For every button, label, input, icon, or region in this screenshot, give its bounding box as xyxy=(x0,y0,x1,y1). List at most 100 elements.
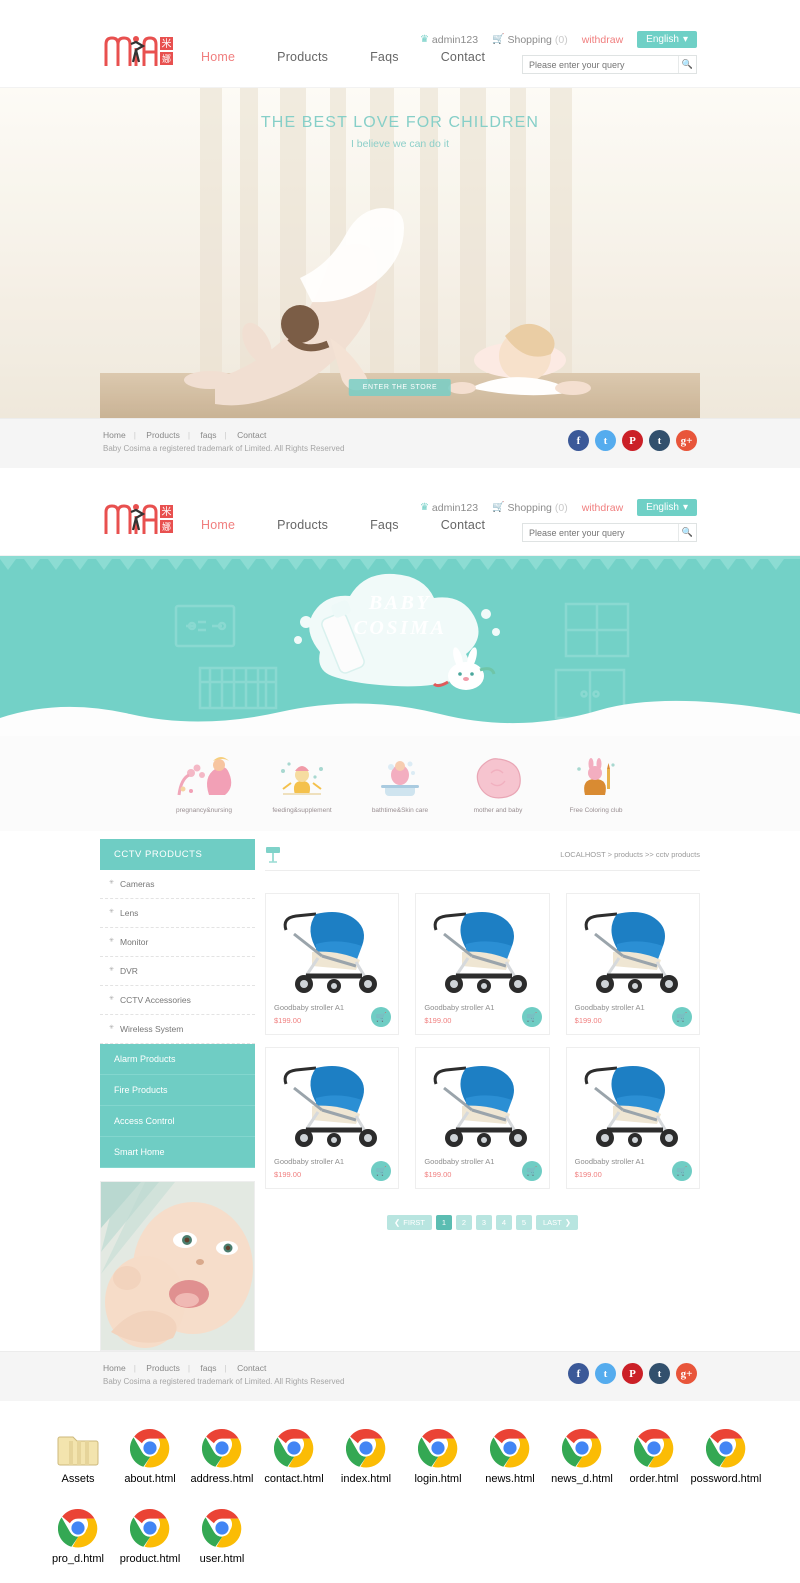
nav2-item-home[interactable]: Home xyxy=(180,518,256,532)
category-coloring[interactable]: Free Coloring club xyxy=(547,753,645,814)
product-card[interactable]: Goodbaby stroller A1 $199.00 🛒 xyxy=(265,893,400,1035)
search-input[interactable] xyxy=(523,56,678,73)
search-icon[interactable]: 🔍 xyxy=(678,56,696,73)
nav-item-home[interactable]: Home xyxy=(180,50,256,64)
filter-icon[interactable] xyxy=(265,845,281,865)
footer-links-bottom[interactable]: Home | Products | faqs | Contact xyxy=(103,1363,266,1373)
social-links-bottom[interactable]: f t P t g+ xyxy=(568,1363,697,1384)
product-card[interactable]: Goodbaby stroller A1 $199.00 🛒 xyxy=(415,893,550,1035)
desktop-icon-address[interactable]: address.html xyxy=(186,1423,258,1487)
site-logo[interactable]: 米 娜 xyxy=(103,30,175,68)
add-to-cart-button[interactable]: 🛒 xyxy=(521,1007,542,1027)
desktop-icon-news[interactable]: news.html xyxy=(474,1423,546,1487)
sidebar-item-monitor[interactable]: Monitor xyxy=(100,928,255,957)
pagination-page-4[interactable]: 4 xyxy=(495,1215,512,1230)
desktop-icon-order[interactable]: order.html xyxy=(618,1423,690,1487)
tumblr-icon[interactable]: t xyxy=(649,1363,670,1384)
desktop-icon-product[interactable]: product.html xyxy=(114,1503,186,1567)
social-links[interactable]: f t P t g+ xyxy=(568,430,697,451)
twitter-icon[interactable]: t xyxy=(595,430,616,451)
pagination-page-2[interactable]: 2 xyxy=(455,1215,472,1230)
pagination-page-3[interactable]: 3 xyxy=(475,1215,492,1230)
withdraw-link-second[interactable]: withdraw xyxy=(582,502,623,514)
desktop-icon-possword[interactable]: possword.html xyxy=(690,1423,762,1487)
pagination-page-5[interactable]: 5 xyxy=(515,1215,532,1230)
desktop-icon-pro-d[interactable]: pro_d.html xyxy=(42,1503,114,1567)
sidebar-item-lens[interactable]: Lens xyxy=(100,899,255,928)
sidebar-title[interactable]: CCTV PRODUCTS xyxy=(100,839,255,870)
nav2-item-contact[interactable]: Contact xyxy=(420,518,506,532)
sidebar-item-dvr[interactable]: DVR xyxy=(100,957,255,986)
sidebar-item-access-control[interactable]: Access Control xyxy=(100,1106,255,1137)
sidebar-item-wireless-system[interactable]: Wireless System xyxy=(100,1015,255,1044)
add-to-cart-button[interactable]: 🛒 xyxy=(671,1161,692,1181)
pagination-last[interactable]: LAST ❯ xyxy=(535,1215,579,1230)
desktop-icon-contact[interactable]: contact.html xyxy=(258,1423,330,1487)
footer2-link-faqs[interactable]: faqs xyxy=(200,1363,216,1373)
search-box[interactable]: 🔍 xyxy=(522,55,697,74)
desktop-icon-news-d[interactable]: news_d.html xyxy=(546,1423,618,1487)
pinterest-icon[interactable]: P xyxy=(622,430,643,451)
category-feeding[interactable]: feeding&supplement xyxy=(253,753,351,814)
nav2-item-faqs[interactable]: Faqs xyxy=(349,518,420,532)
twitter-icon[interactable]: t xyxy=(595,1363,616,1384)
footer-link-contact[interactable]: Contact xyxy=(237,430,266,440)
pagination-first[interactable]: ❮ FIRST xyxy=(386,1215,432,1230)
desktop-icon-label: news.html xyxy=(485,1473,535,1485)
googleplus-icon[interactable]: g+ xyxy=(676,1363,697,1384)
product-card[interactable]: Goodbaby stroller A1 $199.00 🛒 xyxy=(265,1047,400,1189)
main-navigation-second[interactable]: Home Products Faqs Contact xyxy=(180,518,506,532)
language-selector[interactable]: English ▾ xyxy=(637,31,697,48)
product-card[interactable]: Goodbaby stroller A1 $199.00 🛒 xyxy=(565,893,700,1035)
product-card[interactable]: Goodbaby stroller A1 $199.00 🛒 xyxy=(415,1047,550,1189)
sidebar-item-cctv-accessories[interactable]: CCTV Accessories xyxy=(100,986,255,1015)
desktop-icon-login[interactable]: login.html xyxy=(402,1423,474,1487)
desktop-icon-user[interactable]: user.html xyxy=(186,1503,258,1567)
sidebar-promo-image[interactable] xyxy=(100,1181,255,1351)
footer-link-home[interactable]: Home xyxy=(103,430,126,440)
footer-links[interactable]: Home | Products | faqs | Contact xyxy=(103,430,266,440)
search-icon[interactable]: 🔍 xyxy=(678,524,696,541)
add-to-cart-button[interactable]: 🛒 xyxy=(671,1007,692,1027)
category-bathtime[interactable]: bathtime&Skin care xyxy=(351,753,449,814)
desktop-icon-about[interactable]: about.html xyxy=(114,1423,186,1487)
site-logo-second[interactable]: 米 娜 xyxy=(103,498,175,536)
footer2-link-contact[interactable]: Contact xyxy=(237,1363,266,1373)
facebook-icon[interactable]: f xyxy=(568,430,589,451)
sidebar-item-cameras[interactable]: Cameras xyxy=(100,870,255,899)
nav-item-contact[interactable]: Contact xyxy=(420,50,506,64)
googleplus-icon[interactable]: g+ xyxy=(676,430,697,451)
enter-store-button[interactable]: ENTER THE STORE xyxy=(348,379,452,396)
language-selector-second[interactable]: English ▾ xyxy=(637,499,697,516)
category-pregnancy[interactable]: pregnancy&nursing xyxy=(155,753,253,814)
pagination-page-1[interactable]: 1 xyxy=(435,1215,452,1230)
desktop-icon-assets[interactable]: Assets xyxy=(42,1423,114,1487)
account-link[interactable]: ♛ admin123 xyxy=(420,34,478,46)
footer-link-products[interactable]: Products xyxy=(146,430,180,440)
desktop-icon-index[interactable]: index.html xyxy=(330,1423,402,1487)
category-mother-baby[interactable]: mother and baby xyxy=(449,753,547,814)
nav-item-faqs[interactable]: Faqs xyxy=(349,50,420,64)
add-to-cart-button[interactable]: 🛒 xyxy=(521,1161,542,1181)
shopping-cart-link-second[interactable]: 🛒 Shopping (0) xyxy=(492,502,568,514)
chrome-icon xyxy=(114,1423,186,1473)
footer-link-faqs[interactable]: faqs xyxy=(200,430,216,440)
pinterest-icon[interactable]: P xyxy=(622,1363,643,1384)
sidebar-item-fire-products[interactable]: Fire Products xyxy=(100,1075,255,1106)
tumblr-icon[interactable]: t xyxy=(649,430,670,451)
main-navigation[interactable]: Home Products Faqs Contact xyxy=(180,50,506,64)
search-input-second[interactable] xyxy=(523,524,678,541)
footer2-link-products[interactable]: Products xyxy=(146,1363,180,1373)
footer2-link-home[interactable]: Home xyxy=(103,1363,126,1373)
sidebar-item-smart-home[interactable]: Smart Home xyxy=(100,1137,255,1168)
product-card[interactable]: Goodbaby stroller A1 $199.00 🛒 xyxy=(565,1047,700,1189)
nav-item-products[interactable]: Products xyxy=(256,50,349,64)
shopping-cart-link[interactable]: 🛒 Shopping (0) xyxy=(492,34,568,46)
search-box-second[interactable]: 🔍 xyxy=(522,523,697,542)
nav2-item-products[interactable]: Products xyxy=(256,518,349,532)
facebook-icon[interactable]: f xyxy=(568,1363,589,1384)
divider: | xyxy=(187,1363,191,1373)
withdraw-link[interactable]: withdraw xyxy=(582,34,623,46)
account-link-second[interactable]: ♛ admin123 xyxy=(420,502,478,514)
sidebar-item-alarm-products[interactable]: Alarm Products xyxy=(100,1044,255,1075)
